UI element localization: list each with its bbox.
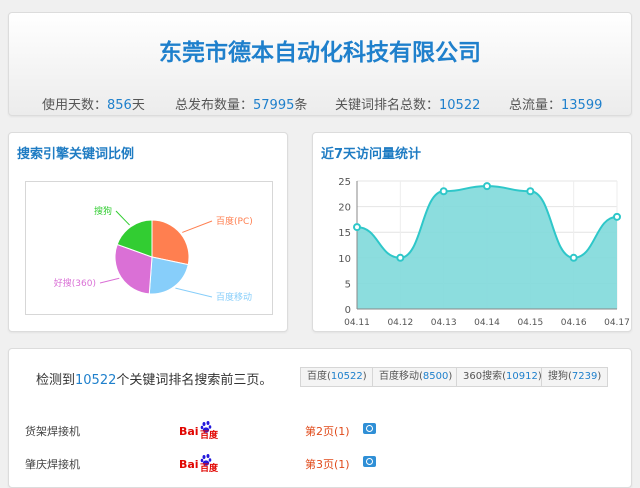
stat-total-traffic: 总流量：13599: [509, 98, 603, 113]
rank-link[interactable]: 第2页(1): [305, 423, 350, 439]
keyword-text: 货架焊接机: [25, 425, 80, 438]
y-tick-label: 10: [338, 254, 351, 265]
data-point: [439, 187, 448, 196]
keyword-text: 肇庆焊接机: [25, 458, 80, 471]
y-tick-label: 20: [338, 203, 351, 214]
area-fill: [357, 186, 617, 309]
x-tick-label: 04.15: [517, 318, 543, 328]
engine-filter-sogou[interactable]: 搜狗(7239): [541, 367, 609, 387]
engine-filter-360[interactable]: 360搜索(10912): [456, 367, 549, 387]
y-tick-label: 15: [338, 228, 351, 239]
svg-text:百度: 百度: [200, 429, 219, 441]
pie-leader-line: [175, 287, 213, 298]
x-tick-label: 04.16: [561, 318, 587, 328]
data-point: [353, 223, 361, 232]
pie-label: 百度(PC): [216, 215, 253, 227]
engine-filter-baidu-mobile[interactable]: 百度移动(8500): [372, 367, 460, 387]
keyword-row: 肇庆焊接机 Bai 百度 第3页(1): [9, 452, 631, 476]
y-tick-label: 5: [345, 279, 351, 290]
engine-filter-baidu[interactable]: 百度(10522): [300, 367, 374, 387]
stat-usage-days: 使用天数：856天: [42, 98, 145, 113]
pie-label: 好搜(360): [54, 277, 96, 289]
pie-chart-box: 百度(PC) 百度移动 好搜(360) 搜狗: [25, 181, 273, 315]
pie-chart: 百度(PC) 百度移动 好搜(360) 搜狗: [54, 205, 253, 303]
baidu-logo-icon: Bai 百度: [179, 454, 219, 474]
pie-leader-line: [99, 277, 120, 284]
header-panel: 东莞市德本自动化科技有限公司 使用天数：856天 总发布数量：57995条 关键…: [8, 12, 632, 116]
line-chart-panel: 近7天访问量统计 0 5 10 15 20 25 04.11 04.12 04.13 04.14 0…: [312, 132, 632, 332]
data-point: [526, 187, 535, 196]
x-tick-label: 04.13: [431, 318, 457, 328]
pie-label: 搜狗: [94, 205, 112, 217]
x-tick-label: 04.14: [474, 318, 500, 328]
line-chart: 0 5 10 15 20 25 04.11 04.12 04.13 04.14 04.15 04.16…: [338, 177, 630, 328]
stat-keyword-ranking: 关键词排名总数：10522: [335, 98, 481, 113]
x-tick-label: 04.12: [387, 318, 413, 328]
x-tick-label: 04.11: [344, 318, 370, 328]
data-point: [396, 253, 405, 262]
pie-leader-line: [182, 220, 213, 233]
company-title: 东莞市德本自动化科技有限公司: [159, 40, 481, 66]
svg-text:百度: 百度: [200, 462, 219, 474]
rank-link[interactable]: 第3页(1): [305, 456, 350, 472]
keyword-ranking-panel: 检测到10522个关键词排名搜索前三页。 百度(10522) 百度移动(8500…: [8, 348, 632, 488]
snapshot-camera-icon[interactable]: [363, 423, 376, 434]
pie-label: 百度移动: [216, 291, 252, 303]
y-tick-label: 25: [338, 177, 351, 188]
x-tick-label: 04.17: [604, 318, 630, 328]
baidu-logo-icon: Bai 百度: [179, 421, 219, 441]
pie-panel-title: 搜索引擎关键词比例: [17, 147, 135, 162]
svg-text:Bai: Bai: [179, 458, 199, 471]
stat-total-published: 总发布数量：57995条: [175, 98, 308, 113]
data-point: [483, 182, 491, 191]
pie-chart-panel: 搜索引擎关键词比例 百度(PC) 百度移动 好搜(360) 搜狗: [8, 132, 288, 332]
keyword-row: 货架焊接机 Bai 百度 第2页(1): [9, 419, 631, 443]
data-point: [613, 212, 621, 221]
snapshot-camera-icon[interactable]: [363, 456, 376, 467]
svg-text:Bai: Bai: [179, 425, 199, 438]
detect-summary: 检测到10522个关键词排名搜索前三页。: [36, 373, 273, 388]
y-tick-label: 0: [345, 305, 351, 316]
data-point: [569, 253, 578, 262]
pie-leader-line: [115, 210, 130, 226]
